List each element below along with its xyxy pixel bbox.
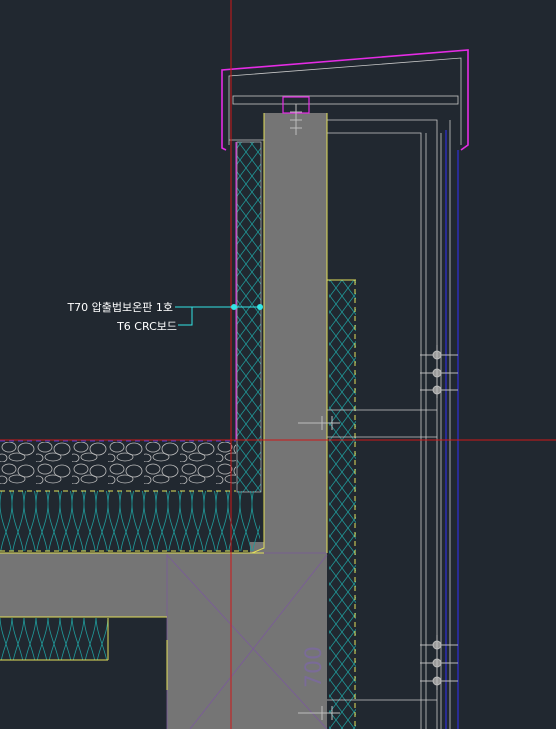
leader-point-insulation [231, 304, 237, 310]
cladding-blue-lines [445, 130, 459, 729]
cad-drawing-canvas: 700 T70 압출법보온판 1호 T6 CRC보드 [0, 0, 556, 729]
leader-point-board [257, 304, 263, 310]
parapet-wall [264, 113, 327, 553]
gravel-layer [0, 442, 236, 484]
ceiling-insulation [0, 618, 108, 660]
label-crc-board: T6 CRC보드 [116, 320, 177, 333]
roof-insulation [0, 491, 260, 551]
dimension-label-700: 700 [302, 646, 327, 688]
section-drawing: 700 T70 압출법보온판 1호 T6 CRC보드 [0, 0, 556, 729]
parapet-cap-flashing [221, 49, 469, 151]
label-insulation: T70 압출법보온판 1호 [66, 301, 173, 314]
outer-wall-insulation [329, 280, 356, 729]
